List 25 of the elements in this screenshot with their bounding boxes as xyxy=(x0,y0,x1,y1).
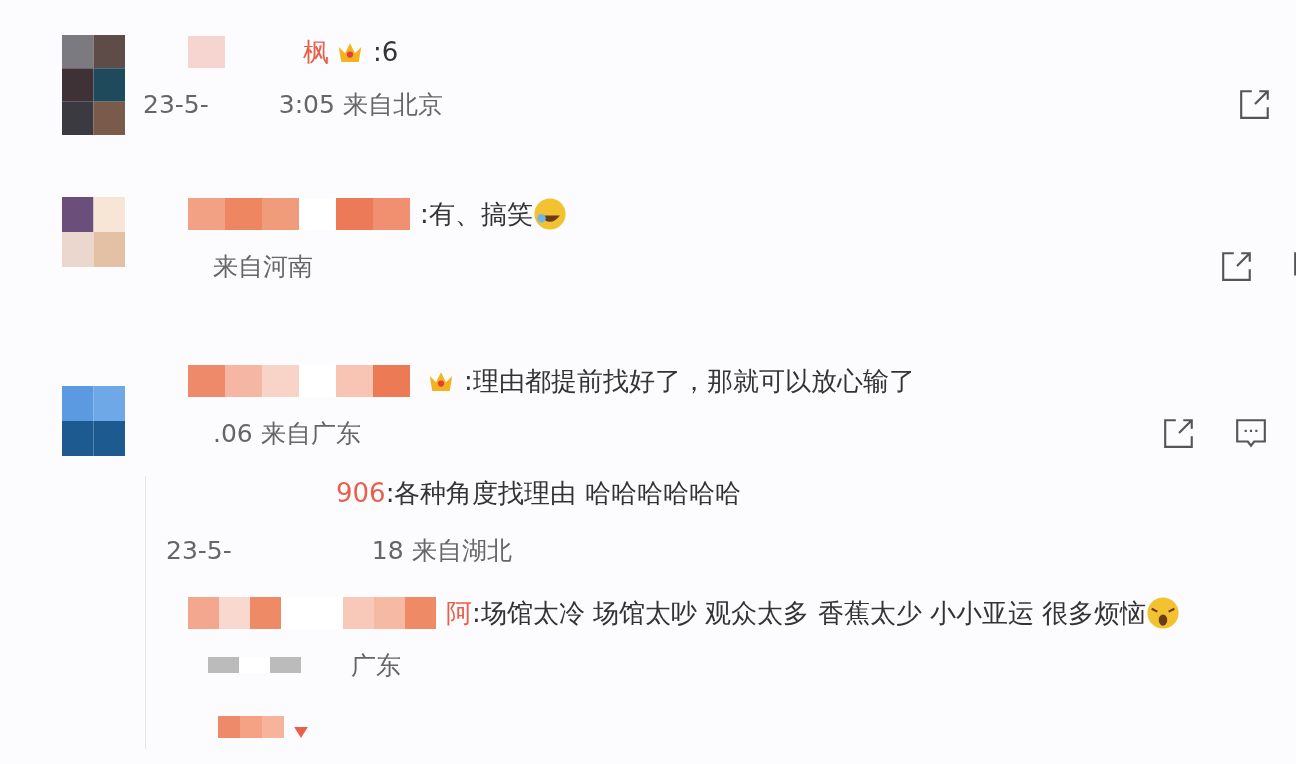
user-name[interactable]: 枫 xyxy=(303,34,329,70)
share-icon[interactable] xyxy=(1238,87,1272,121)
share-icon[interactable] xyxy=(1220,249,1254,283)
comment-time: 23-5- xyxy=(143,89,209,119)
avatar xyxy=(62,197,125,267)
avatar xyxy=(62,386,125,456)
user-name[interactable]: 阿 xyxy=(446,595,472,631)
comment-time: 3:05 来自北京 xyxy=(278,88,443,121)
user-name[interactable]: 906 xyxy=(336,478,386,508)
caret-icon[interactable] xyxy=(294,726,308,738)
comment-text: :有、搞笑 xyxy=(420,197,533,231)
comment-text: :各种角度找理由 哈哈哈哈哈哈 xyxy=(385,476,741,510)
comment-time: .06 来自广东 xyxy=(213,417,361,450)
comment-time: 广东 xyxy=(351,649,401,682)
comment-time: 来自河南 xyxy=(213,250,313,283)
redaction-mosaic xyxy=(188,36,225,68)
comment-time: 23-5- xyxy=(166,535,232,565)
share-icon[interactable] xyxy=(1162,416,1196,450)
comment-text: :6 xyxy=(373,37,399,67)
comment-time: 18 来自湖北 xyxy=(371,534,512,567)
comment-text: :场馆太冷 场馆太吵 观众太多 香蕉太少 小小亚运 很多烦恼 xyxy=(472,596,1147,630)
crying-emoji-icon xyxy=(1146,596,1181,630)
comment-text: :理由都提前找好了，那就可以放心输了 xyxy=(464,364,915,398)
laughing-emoji-icon xyxy=(532,197,567,231)
comment-icon[interactable] xyxy=(1234,416,1268,450)
